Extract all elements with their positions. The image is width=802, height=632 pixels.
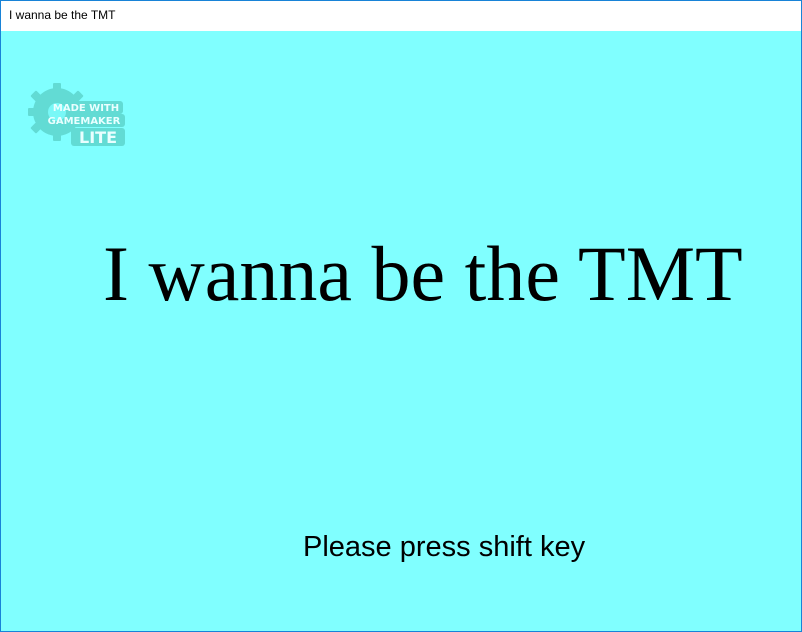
logo-line1: MADE WITH [53, 103, 119, 114]
game-canvas[interactable]: MADE WITH GAMEMAKER LITE I wanna be the … [1, 31, 801, 631]
logo-line2: GAMEMAKER [48, 116, 121, 127]
title-bar[interactable]: I wanna be the TMT [1, 1, 801, 31]
logo-line3: LITE [79, 128, 117, 147]
start-prompt: Please press shift key [303, 531, 586, 563]
gamemaker-logo-icon: MADE WITH GAMEMAKER LITE [27, 82, 129, 152]
game-window: I wanna be the TMT MADE WITH GAMEMAKER L… [0, 0, 802, 632]
game-title: I wanna be the TMT [103, 230, 743, 317]
window-title: I wanna be the TMT [9, 8, 116, 22]
